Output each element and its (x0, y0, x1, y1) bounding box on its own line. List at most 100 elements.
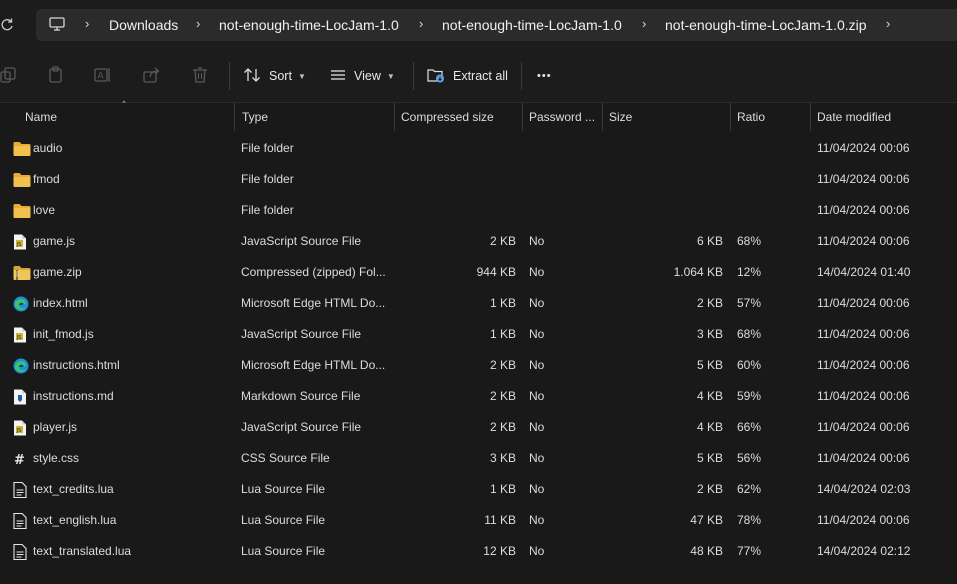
file-name: init_fmod.js (33, 327, 94, 341)
column-header-size[interactable]: Size (609, 103, 727, 131)
column-divider[interactable] (522, 103, 523, 131)
date-modified: 11/04/2024 00:06 (817, 358, 910, 372)
password-protected: No (529, 420, 545, 434)
column-header-compressed-size[interactable]: Compressed size (401, 103, 519, 131)
toolbar-divider (413, 62, 414, 90)
breadcrumb-item[interactable]: not-enough-time-LocJam-1.0.zip (665, 17, 867, 33)
file-name: love (33, 203, 56, 217)
password-protected (529, 164, 599, 195)
copy-icon[interactable] (0, 66, 18, 84)
chevron-right-icon[interactable]: › (886, 16, 890, 31)
column-header-date-modified[interactable]: Date modified (817, 103, 955, 131)
folder-icon (13, 203, 31, 219)
date-modified: 11/04/2024 00:06 (817, 420, 910, 434)
breadcrumb[interactable]: › Downloads › not-enough-time-LocJam-1.0… (36, 9, 957, 41)
file-size: 1.064 KB (673, 265, 723, 279)
share-icon[interactable] (143, 66, 161, 84)
file-row[interactable]: # style.css CSS Source File 3 KB No 5 KB 56% 1… (0, 443, 957, 474)
column-divider[interactable] (234, 103, 235, 131)
password-protected: No (529, 234, 545, 248)
date-modified: 11/04/2024 00:06 (817, 234, 910, 248)
chevron-right-icon[interactable]: › (642, 16, 646, 31)
breadcrumb-item[interactable]: Downloads (109, 17, 178, 33)
compression-ratio: 12% (737, 265, 762, 279)
file-size: 4 KB (696, 420, 723, 434)
more-options-button[interactable]: ••• (537, 64, 552, 88)
file-row[interactable]: index.html Microsoft Edge HTML Do... 1 KB N… (0, 288, 957, 319)
toolbar-divider (229, 62, 230, 90)
compression-ratio: 60% (737, 358, 762, 372)
file-row[interactable]: text_translated.lua Lua Source File 12 KB N… (0, 536, 957, 567)
compressed-size: 3 KB (489, 451, 516, 465)
password-protected: No (529, 389, 545, 403)
paste-icon[interactable] (47, 66, 65, 84)
file-size: 3 KB (696, 327, 723, 341)
breadcrumb-item[interactable]: not-enough-time-LocJam-1.0 (442, 17, 622, 33)
password-protected: No (529, 482, 545, 496)
refresh-icon[interactable] (0, 17, 14, 33)
compressed-size (400, 133, 516, 164)
column-header-ratio[interactable]: Ratio (737, 103, 807, 131)
chevron-right-icon[interactable]: › (419, 16, 423, 31)
js-file-icon: JS (13, 420, 29, 436)
file-row[interactable]: text_credits.lua Lua Source File 1 KB No 2 K… (0, 474, 957, 505)
file-size (608, 164, 723, 195)
file-row[interactable]: game.zip Compressed (zipped) Fol... 944 KB… (0, 257, 957, 288)
file-name: game.zip (33, 265, 82, 279)
compression-ratio: 56% (737, 451, 762, 465)
password-protected (529, 195, 599, 226)
breadcrumb-item[interactable]: not-enough-time-LocJam-1.0 (219, 17, 399, 33)
file-type: File folder (241, 203, 294, 217)
file-row[interactable]: fmod File folder 11/04/2024 00:06 (0, 164, 957, 195)
file-name: game.js (33, 234, 76, 248)
column-header-password[interactable]: Password ... (529, 103, 599, 131)
compressed-size: 1 KB (489, 327, 516, 341)
view-button[interactable]: View ▼ (330, 64, 395, 88)
column-divider[interactable] (394, 103, 395, 131)
column-divider[interactable] (730, 103, 731, 131)
computer-icon[interactable] (49, 17, 65, 31)
compressed-size: 2 KB (489, 358, 516, 372)
chevron-down-icon: ▼ (297, 71, 306, 81)
compression-ratio: 62% (737, 482, 762, 496)
chevron-right-icon[interactable]: › (85, 16, 89, 31)
file-row[interactable]: JS player.js JavaScript Source File 2 KB No… (0, 412, 957, 443)
column-divider[interactable] (810, 103, 811, 131)
compressed-size: 11 KB (484, 513, 516, 527)
file-type: JavaScript Source File (241, 327, 362, 341)
folder-icon (13, 141, 31, 157)
rename-icon[interactable]: A (94, 66, 112, 84)
column-divider[interactable] (602, 103, 603, 131)
file-row[interactable]: instructions.html Microsoft Edge HTML Do.… (0, 350, 957, 381)
compressed-size: 944 KB (476, 265, 516, 279)
file-row[interactable]: audio File folder 11/04/2024 00:06 (0, 133, 957, 164)
file-row[interactable]: love File folder 11/04/2024 00:06 (0, 195, 957, 226)
view-label: View (354, 69, 381, 83)
sort-icon (243, 67, 261, 86)
file-row[interactable]: JS game.js JavaScript Source File 2 KB No 6 … (0, 226, 957, 257)
column-header-name[interactable]: Name (25, 103, 230, 131)
delete-icon[interactable] (191, 66, 209, 84)
extract-all-button[interactable]: Extract all (427, 64, 508, 88)
zip-folder-icon (13, 265, 31, 281)
column-header-type[interactable]: Type (242, 103, 392, 131)
chevron-right-icon[interactable]: › (196, 16, 200, 31)
toolbar-divider (521, 62, 522, 90)
file-size: 2 KB (696, 296, 723, 310)
svg-text:JS: JS (16, 335, 22, 341)
file-name: player.js (33, 420, 78, 434)
extract-all-label: Extract all (453, 69, 508, 83)
password-protected: No (529, 327, 545, 341)
file-row[interactable]: JS init_fmod.js JavaScript Source File 1 K… (0, 319, 957, 350)
file-row[interactable]: text_english.lua Lua Source File 11 KB No 47… (0, 505, 957, 536)
sort-button[interactable]: Sort ▼ (243, 64, 306, 88)
edge-icon (13, 296, 29, 312)
date-modified: 11/04/2024 00:06 (817, 203, 910, 217)
file-size: 4 KB (696, 389, 723, 403)
date-modified: 11/04/2024 00:06 (817, 389, 910, 403)
extract-folder-icon (427, 67, 445, 86)
date-modified: 14/04/2024 02:03 (817, 482, 911, 496)
column-header-row: Name Type Compressed size Password ... S… (0, 103, 957, 131)
password-protected: No (529, 265, 545, 279)
file-row[interactable]: instructions.md Markdown Source File 2 KB N… (0, 381, 957, 412)
